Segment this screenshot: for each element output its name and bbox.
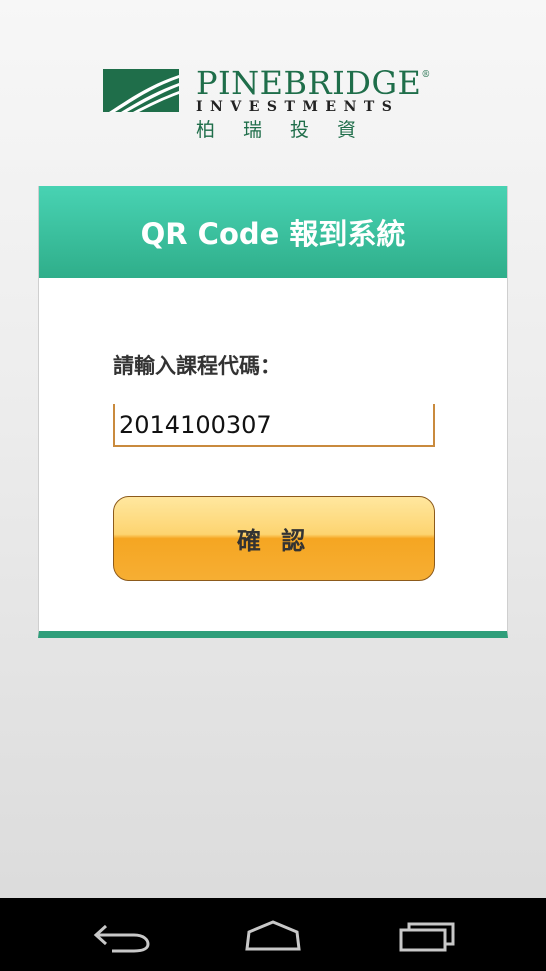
android-navigation-bar [0,898,546,971]
course-code-input[interactable] [113,404,435,447]
card-title: QR Code 報到系統 [140,217,406,251]
card-header: QR Code 報到系統 [39,186,507,278]
confirm-button[interactable]: 確 認 [113,496,435,581]
home-icon[interactable] [233,916,313,954]
brand-subtitle: INVESTMENTS [196,99,400,115]
back-icon[interactable] [82,916,162,954]
pinebridge-logo: PINEBRIDGE® INVESTMENTS 柏瑞投資 [103,64,430,144]
confirm-button-label: 確 認 [236,527,312,555]
recent-apps-icon[interactable] [387,916,467,954]
brand-chinese-name: 柏瑞投資 [196,119,385,141]
course-code-label: 請輸入課程代碼： [113,354,281,378]
brand-name: PINEBRIDGE® [196,64,431,102]
checkin-card: QR Code 報到系統 請輸入課程代碼： 確 認 [38,186,508,638]
pinebridge-logo-mark-icon [103,69,179,112]
